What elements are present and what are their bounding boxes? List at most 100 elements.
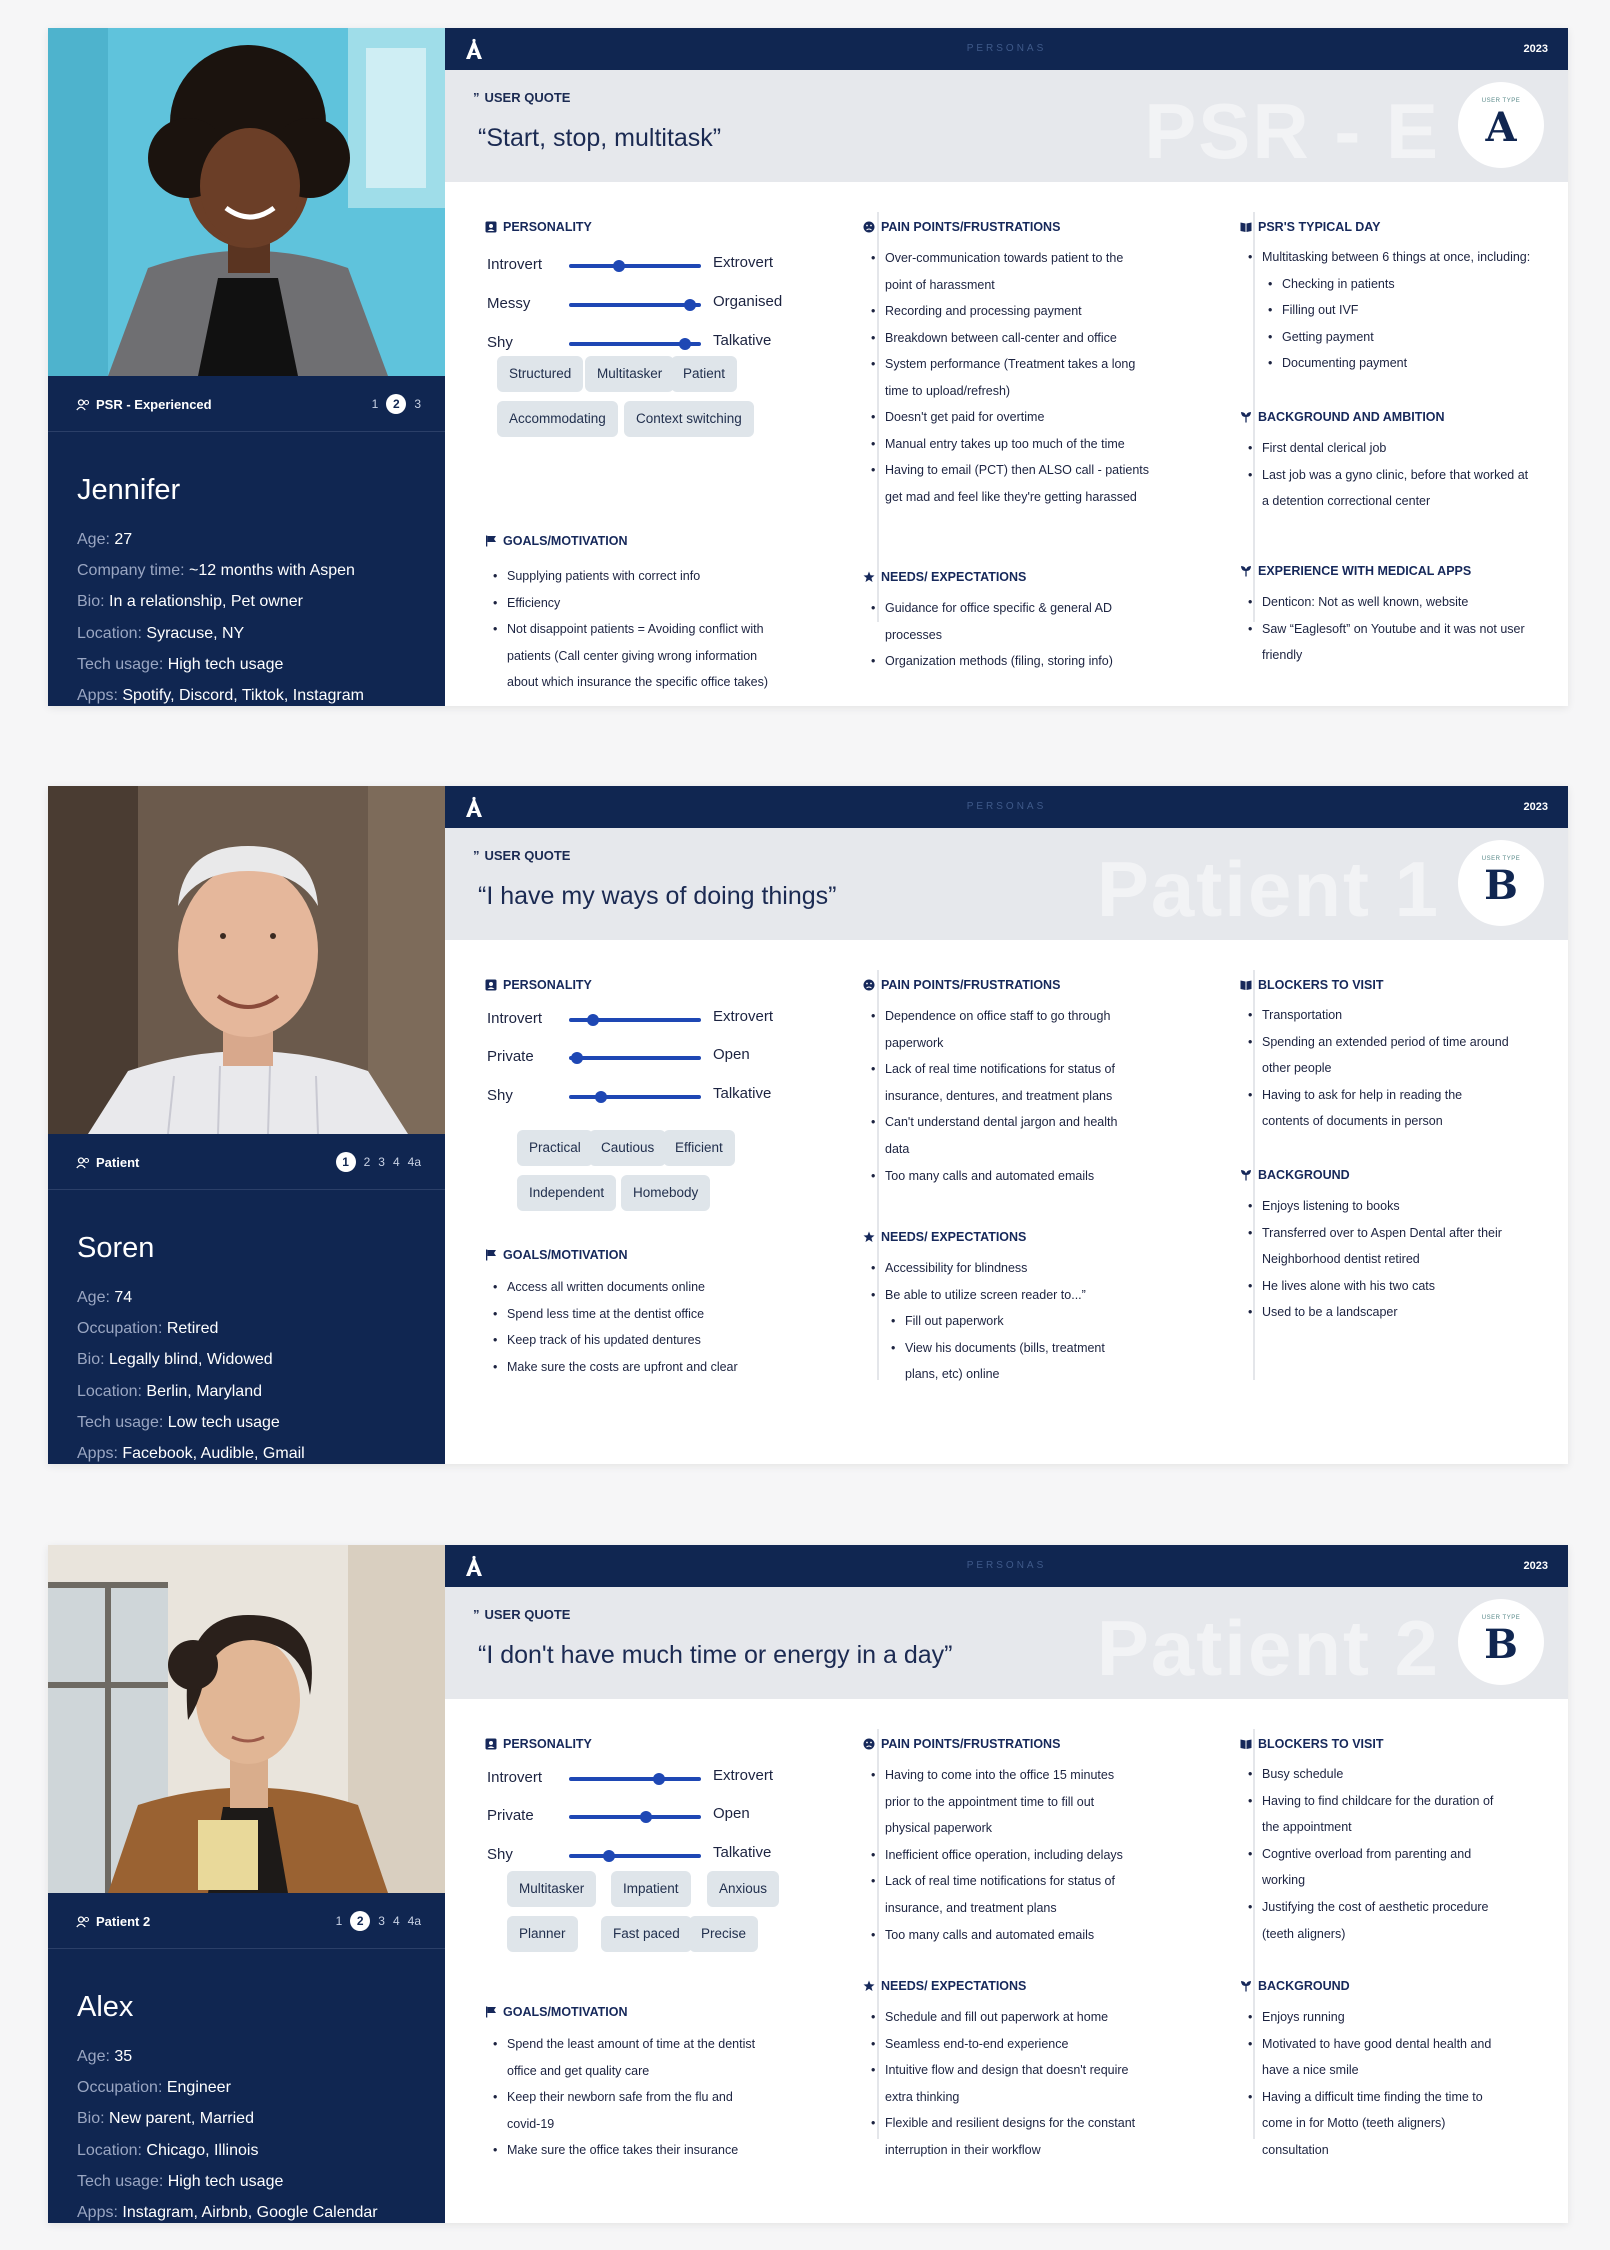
fact-label: Bio: — [77, 1351, 105, 1369]
slider-track — [569, 1815, 701, 1819]
fact-label: Age: — [77, 531, 110, 548]
slider-left-label: Private — [487, 1048, 534, 1065]
fact-label: Location: — [77, 1382, 142, 1400]
list-item: Make sure the costs are upfront and clea… — [493, 1354, 738, 1381]
trait-chip: Multitasker — [585, 356, 675, 392]
slider-left-label: Introvert — [487, 256, 543, 273]
fact-value: Retired — [166, 1320, 219, 1338]
needs-heading: NEEDS/ EXPECTATIONS — [863, 1979, 1026, 1993]
pager-item[interactable]: 3 — [378, 1155, 385, 1169]
fact-row: Location: Berlin, Maryland — [77, 1376, 305, 1407]
list-item: First dental clerical job — [1248, 435, 1528, 462]
trait-chip: Patient — [671, 356, 738, 392]
pager-item[interactable]: 1 — [336, 1914, 343, 1928]
pain-points-heading: PAIN POINTS/FRUSTRATIONS — [863, 1737, 1060, 1751]
pain-points-list: Dependence on office staff to go through… — [871, 1003, 1117, 1189]
fact-row: Tech usage: High tech usage — [77, 649, 364, 680]
background-list: Enjoys runningMotivated to have good den… — [1248, 2004, 1491, 2164]
fact-row: Bio: In a relationship, Pet owner — [77, 586, 364, 617]
column-context: BLOCKERS TO VISIT TransportationSpending… — [1240, 940, 1550, 1464]
background-list: Enjoys listening to booksTransferred ove… — [1248, 1193, 1502, 1326]
persona-card-alex: Patient 2 1 2 3 4 4a Alex Age: 35 Occupation:… — [48, 1545, 1568, 2223]
pager-item[interactable]: 4a — [408, 1914, 421, 1928]
goals-list: Supplying patients with correct infoEffi… — [493, 563, 768, 696]
list-item: Schedule and fill out paperwork at home — [871, 2004, 1135, 2031]
pager-item[interactable]: 1 — [335, 1152, 356, 1172]
fact-row: Tech usage: High tech usage — [77, 2166, 378, 2197]
persona-photo — [48, 1545, 445, 1893]
list-item: Checking in patients — [1248, 271, 1530, 298]
background-heading: BACKGROUND — [1240, 1168, 1350, 1182]
persona-sidebar: PSR - Experienced 123 Jennifer Age: 27 Co… — [48, 28, 445, 706]
list-item: Dependence on office staff to go through… — [871, 1003, 1117, 1056]
list-item: Flexible and resilient designs for the c… — [871, 2110, 1135, 2163]
goals-heading: GOALS/MOTIVATION — [485, 2005, 628, 2019]
pager-item[interactable]: 4a — [408, 1155, 421, 1169]
needs-list: Guidance for office specific & general A… — [871, 595, 1113, 675]
list-item: Not disappoint patients = Avoiding confl… — [493, 616, 768, 696]
persona-content: PERSONALITY Introvert Extrovert Private Ope… — [445, 940, 1568, 1464]
fact-row: Bio: New parent, Married — [77, 2103, 378, 2134]
list-item: Access all written documents online — [493, 1274, 738, 1301]
slider-left-label: Introvert — [487, 1010, 543, 1027]
blockers-heading: BLOCKERS TO VISIT — [1240, 1737, 1383, 1751]
list-item: Having to email (PCT) then ALSO call - p… — [871, 457, 1149, 510]
fact-label: Occupation: — [77, 1320, 163, 1338]
star-icon — [863, 571, 875, 582]
blockers-list: Busy scheduleHaving to find childcare fo… — [1248, 1761, 1493, 1947]
background-heading: BACKGROUND AND AMBITION — [1240, 410, 1445, 424]
fact-row: Company time: ~12 months with Aspen — [77, 555, 364, 586]
fact-label: Age: — [77, 2048, 110, 2065]
list-item: Filling out IVF — [1248, 297, 1530, 324]
list-item: Over-communication towards patient to th… — [871, 245, 1149, 298]
flag-icon — [486, 2006, 496, 2018]
pager-item[interactable]: 4 — [393, 1155, 400, 1169]
goals-list: Access all written documents onlineSpend… — [493, 1274, 738, 1380]
persona-pager[interactable]: 1 2 3 4 4a — [335, 1152, 421, 1172]
goals-list: Spend the least amount of time at the de… — [493, 2031, 755, 2164]
persona-pager[interactable]: 1 2 3 4 4a — [336, 1911, 421, 1931]
trait-chip: Structured — [497, 356, 584, 392]
slider-left-label: Shy — [487, 1846, 513, 1863]
slider-track — [569, 303, 701, 307]
list-item: Multitasking between 6 things at once, i… — [1248, 244, 1530, 271]
pager-item[interactable]: 2 — [386, 394, 407, 414]
list-item: Seamless end-to-end experience — [871, 2031, 1135, 2058]
persona-pager[interactable]: 123 — [372, 394, 421, 414]
pager-item[interactable]: 2 — [364, 1155, 371, 1169]
trait-chip: Impatient — [611, 1871, 691, 1907]
column-context: PSR'S TYPICAL DAY Multitasking between 6… — [1240, 182, 1550, 706]
fact-value: Syracuse, NY — [146, 624, 245, 642]
slider-right-label: Talkative — [713, 1085, 772, 1102]
pager-item[interactable]: 3 — [378, 1914, 385, 1928]
list-item: Having to find childcare for the duratio… — [1248, 1788, 1493, 1841]
list-item: Spending an extended period of time arou… — [1248, 1029, 1509, 1082]
star-icon — [863, 1231, 875, 1242]
pager-item[interactable]: 2 — [350, 1911, 371, 1931]
slider-right-label: Extrovert — [713, 1767, 774, 1784]
list-item: Enjoys running — [1248, 2004, 1491, 2031]
persona-type-bar: Patient 1 2 3 4 4a — [48, 1134, 445, 1190]
slider-left-label: Messy — [487, 295, 531, 312]
trait-chip: Accommodating — [497, 401, 618, 437]
fact-row: Location: Chicago, Illinois — [77, 2135, 378, 2166]
list-item: System performance (Treatment takes a lo… — [871, 351, 1149, 404]
list-item: Breakdown between call-center and office — [871, 325, 1149, 352]
personality-slider: Shy Talkative — [485, 1085, 815, 1107]
book-icon — [1240, 222, 1252, 232]
fact-row: Apps: Spotify, Discord, Tiktok, Instagra… — [77, 680, 364, 711]
personality-heading: PERSONALITY — [485, 220, 592, 234]
column-personality: PERSONALITY Introvert Extrovert Messy Organ… — [485, 182, 815, 706]
pager-item[interactable]: 3 — [414, 397, 421, 411]
quote-icon: ” — [473, 848, 480, 863]
list-item: Too many calls and automated emails — [871, 1922, 1123, 1949]
quote-icon: ” — [473, 90, 480, 105]
id-badge-icon — [485, 221, 497, 233]
personality-heading: PERSONALITY — [485, 978, 592, 992]
pager-item[interactable]: 4 — [393, 1914, 400, 1928]
list-item: Guidance for office specific & general A… — [871, 595, 1113, 648]
persona-type-label: Patient — [96, 1155, 140, 1170]
pager-item[interactable]: 1 — [372, 397, 379, 411]
list-item: Used to be a landscaper — [1248, 1299, 1502, 1326]
persona-facts: Age: 35 Occupation: Engineer Bio: New pare… — [77, 2041, 378, 2228]
